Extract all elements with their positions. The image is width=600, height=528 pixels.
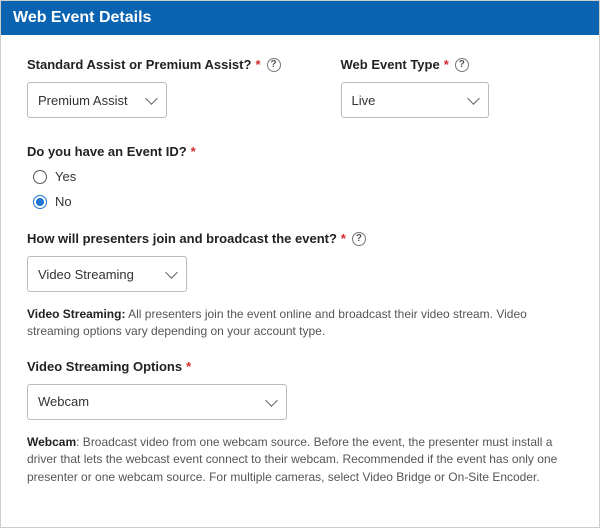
vs-desc-term: Video Streaming: (27, 307, 125, 321)
field-join-method: How will presenters join and broadcast t… (27, 231, 573, 292)
label-join-method: How will presenters join and broadcast t… (27, 231, 573, 246)
required-marker: * (186, 359, 191, 374)
radio-circle-icon (33, 170, 47, 184)
panel-body: Standard Assist or Premium Assist? * ? P… (1, 35, 599, 498)
radio-event-id-yes[interactable]: Yes (33, 169, 573, 184)
label-event-id-text: Do you have an Event ID? (27, 144, 187, 159)
webcam-desc-term: Webcam (27, 435, 76, 449)
help-icon[interactable]: ? (267, 58, 281, 72)
required-marker: * (444, 57, 449, 72)
select-assist[interactable]: Premium Assist (27, 82, 167, 118)
panel-header: Web Event Details (1, 1, 599, 35)
chevron-down-icon (265, 394, 278, 407)
required-marker: * (191, 144, 196, 159)
label-vs-options-text: Video Streaming Options (27, 359, 182, 374)
row-assist-type: Standard Assist or Premium Assist? * ? P… (27, 57, 573, 118)
label-event-type: Web Event Type * ? (341, 57, 489, 72)
help-icon[interactable]: ? (352, 232, 366, 246)
webcam-desc-text: : Broadcast video from one webcam source… (27, 435, 557, 484)
select-vs-options[interactable]: Webcam (27, 384, 287, 420)
select-vs-options-value: Webcam (38, 394, 89, 409)
field-assist: Standard Assist or Premium Assist? * ? P… (27, 57, 281, 118)
select-event-type-value: Live (352, 93, 376, 108)
field-event-type: Web Event Type * ? Live (341, 57, 489, 118)
select-join-method-value: Video Streaming (38, 267, 134, 282)
webcam-description: Webcam: Broadcast video from one webcam … (27, 434, 573, 486)
field-vs-options: Video Streaming Options * Webcam (27, 359, 573, 420)
field-event-id: Do you have an Event ID? * Yes No (27, 144, 573, 209)
radio-event-id-no[interactable]: No (33, 194, 573, 209)
select-assist-value: Premium Assist (38, 93, 128, 108)
required-marker: * (255, 57, 260, 72)
select-join-method[interactable]: Video Streaming (27, 256, 187, 292)
video-streaming-description: Video Streaming: All presenters join the… (27, 306, 573, 341)
label-event-id: Do you have an Event ID? * (27, 144, 573, 159)
radio-group-event-id: Yes No (27, 169, 573, 209)
label-event-type-text: Web Event Type (341, 57, 440, 72)
required-marker: * (341, 231, 346, 246)
radio-circle-icon (33, 195, 47, 209)
label-assist: Standard Assist or Premium Assist? * ? (27, 57, 281, 72)
label-vs-options: Video Streaming Options * (27, 359, 573, 374)
web-event-details-panel: Web Event Details Standard Assist or Pre… (0, 0, 600, 528)
help-icon[interactable]: ? (455, 58, 469, 72)
chevron-down-icon (145, 92, 158, 105)
chevron-down-icon (467, 92, 480, 105)
label-join-method-text: How will presenters join and broadcast t… (27, 231, 337, 246)
radio-label-no: No (55, 194, 72, 209)
chevron-down-icon (165, 266, 178, 279)
select-event-type[interactable]: Live (341, 82, 489, 118)
panel-title: Web Event Details (13, 9, 151, 26)
label-assist-text: Standard Assist or Premium Assist? (27, 57, 251, 72)
radio-label-yes: Yes (55, 169, 76, 184)
